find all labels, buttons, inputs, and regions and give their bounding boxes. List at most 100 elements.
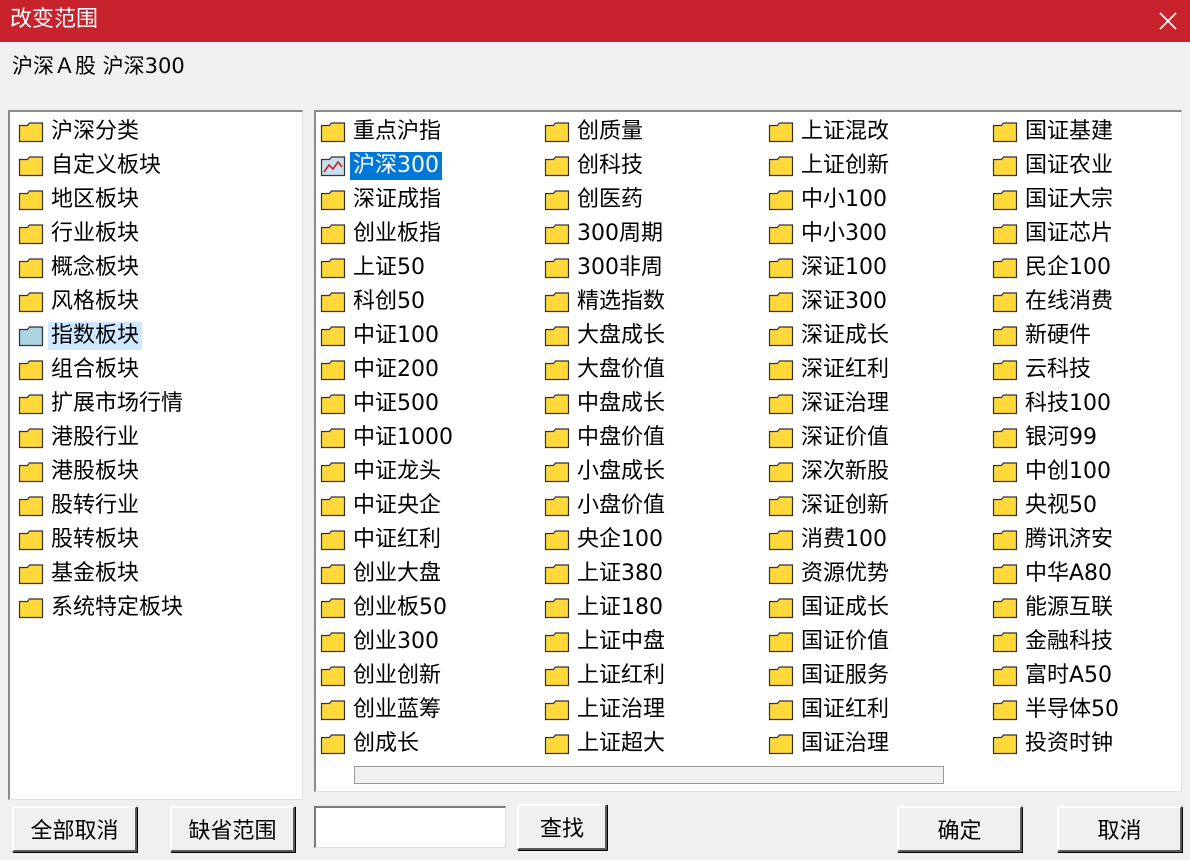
index-item[interactable]: 中证200 — [320, 354, 442, 386]
cancel-all-button[interactable]: 全部取消 — [12, 806, 137, 852]
index-item[interactable]: 国证服务 — [768, 660, 892, 692]
index-item[interactable]: 中华A80 — [992, 558, 1115, 590]
ok-button[interactable]: 确定 — [897, 806, 1022, 852]
index-item[interactable]: 中证央企 — [320, 490, 444, 522]
index-item[interactable]: 国证基建 — [992, 116, 1116, 148]
index-grid[interactable]: 重点沪指 沪深300 深证成指 创业板指 上证50 科创50 中证100 中证200 中证500… — [314, 110, 1182, 792]
cancel-button[interactable]: 取消 — [1057, 806, 1182, 852]
index-item[interactable]: 中证500 — [320, 388, 442, 420]
index-item[interactable]: 资源优势 — [768, 558, 892, 590]
index-item[interactable]: 上证180 — [544, 592, 666, 624]
index-item[interactable]: 深证100 — [768, 252, 890, 284]
index-item[interactable]: 创业板指 — [320, 218, 444, 250]
index-item[interactable]: 中盘价值 — [544, 422, 668, 454]
index-item[interactable]: 新硬件 — [992, 320, 1094, 352]
index-item[interactable]: 科创50 — [320, 286, 428, 318]
index-item[interactable]: 创质量 — [544, 116, 646, 148]
index-item[interactable]: 中小100 — [768, 184, 890, 216]
index-item[interactable]: 民企100 — [992, 252, 1114, 284]
index-item[interactable]: 中证红利 — [320, 524, 444, 556]
index-item[interactable]: 上证创新 — [768, 150, 892, 182]
index-item[interactable]: 央视50 — [992, 490, 1100, 522]
category-item[interactable]: 指数板块 — [18, 320, 143, 352]
category-item[interactable]: 地区板块 — [18, 184, 142, 216]
index-item[interactable]: 沪深300 — [320, 150, 442, 182]
index-item[interactable]: 银河99 — [992, 422, 1100, 454]
index-item[interactable]: 深证成长 — [768, 320, 892, 352]
category-item[interactable]: 系统特定板块 — [18, 592, 186, 624]
index-item[interactable]: 创业大盘 — [320, 558, 444, 590]
index-item[interactable]: 国证治理 — [768, 728, 892, 760]
index-item[interactable]: 深证创新 — [768, 490, 892, 522]
index-item[interactable]: 腾讯济安 — [992, 524, 1116, 556]
index-item[interactable]: 上证治理 — [544, 694, 668, 726]
index-item[interactable]: 深证治理 — [768, 388, 892, 420]
index-item[interactable]: 能源互联 — [992, 592, 1116, 624]
index-item[interactable]: 重点沪指 — [320, 116, 444, 148]
index-item[interactable]: 中创100 — [992, 456, 1114, 488]
category-list[interactable]: 沪深分类 自定义板块 地区板块 行业板块 概念板块 风格板块 指数板块 组合板块 扩展市场行情港… — [8, 110, 303, 800]
index-item[interactable]: 深证成指 — [320, 184, 444, 216]
index-item[interactable]: 中小300 — [768, 218, 890, 250]
index-item[interactable]: 消费100 — [768, 524, 890, 556]
index-item[interactable]: 上证混改 — [768, 116, 892, 148]
index-item[interactable]: 深证300 — [768, 286, 890, 318]
index-item[interactable]: 国证成长 — [768, 592, 892, 624]
index-item[interactable]: 投资时钟 — [992, 728, 1116, 760]
index-item[interactable]: 半导体50 — [992, 694, 1122, 726]
index-item[interactable]: 创科技 — [544, 150, 646, 182]
category-item[interactable]: 沪深分类 — [18, 116, 142, 148]
horizontal-scrollbar[interactable] — [354, 766, 944, 784]
index-item[interactable]: 大盘价值 — [544, 354, 668, 386]
index-item[interactable]: 深证价值 — [768, 422, 892, 454]
index-item[interactable]: 精选指数 — [544, 286, 668, 318]
index-item[interactable]: 央企100 — [544, 524, 666, 556]
index-item[interactable]: 创医药 — [544, 184, 646, 216]
category-item[interactable]: 股转板块 — [18, 524, 142, 556]
index-item[interactable]: 上证50 — [320, 252, 428, 284]
index-item[interactable]: 创业创新 — [320, 660, 444, 692]
index-item[interactable]: 国证大宗 — [992, 184, 1116, 216]
index-item[interactable]: 中证龙头 — [320, 456, 444, 488]
search-input[interactable] — [314, 806, 506, 848]
index-item[interactable]: 在线消费 — [992, 286, 1116, 318]
category-item[interactable]: 股转行业 — [18, 490, 142, 522]
index-item[interactable]: 创成长 — [320, 728, 422, 760]
index-item[interactable]: 300非周 — [544, 252, 666, 284]
search-button[interactable]: 查找 — [517, 804, 607, 850]
category-item[interactable]: 港股板块 — [18, 456, 142, 488]
index-item[interactable]: 300周期 — [544, 218, 666, 250]
index-item[interactable]: 小盘价值 — [544, 490, 668, 522]
index-item[interactable]: 国证农业 — [992, 150, 1116, 182]
category-item[interactable]: 自定义板块 — [18, 150, 164, 182]
index-item[interactable]: 上证中盘 — [544, 626, 668, 658]
category-item[interactable]: 概念板块 — [18, 252, 142, 284]
index-item[interactable]: 中证100 — [320, 320, 442, 352]
index-item[interactable]: 国证芯片 — [992, 218, 1116, 250]
index-item[interactable]: 小盘成长 — [544, 456, 668, 488]
close-button[interactable] — [1146, 0, 1190, 42]
index-item[interactable]: 创业300 — [320, 626, 442, 658]
index-item[interactable]: 上证红利 — [544, 660, 668, 692]
index-item[interactable]: 中盘成长 — [544, 388, 668, 420]
category-item[interactable]: 风格板块 — [18, 286, 142, 318]
category-item[interactable]: 行业板块 — [18, 218, 142, 250]
index-item[interactable]: 中证1000 — [320, 422, 456, 454]
index-item[interactable]: 金融科技 — [992, 626, 1116, 658]
index-item[interactable]: 创业板50 — [320, 592, 450, 624]
index-item[interactable]: 大盘成长 — [544, 320, 668, 352]
index-item[interactable]: 上证超大 — [544, 728, 668, 760]
index-item[interactable]: 创业蓝筹 — [320, 694, 444, 726]
index-item[interactable]: 国证价值 — [768, 626, 892, 658]
index-item[interactable]: 富时A50 — [992, 660, 1115, 692]
index-item[interactable]: 深证红利 — [768, 354, 892, 386]
category-item[interactable]: 组合板块 — [18, 354, 142, 386]
index-item[interactable]: 云科技 — [992, 354, 1094, 386]
default-range-button[interactable]: 缺省范围 — [170, 806, 295, 852]
category-item[interactable]: 基金板块 — [18, 558, 142, 590]
index-item[interactable]: 深次新股 — [768, 456, 892, 488]
index-item[interactable]: 上证380 — [544, 558, 666, 590]
category-item[interactable]: 港股行业 — [18, 422, 142, 454]
index-item[interactable]: 科技100 — [992, 388, 1114, 420]
index-item[interactable]: 国证红利 — [768, 694, 892, 726]
